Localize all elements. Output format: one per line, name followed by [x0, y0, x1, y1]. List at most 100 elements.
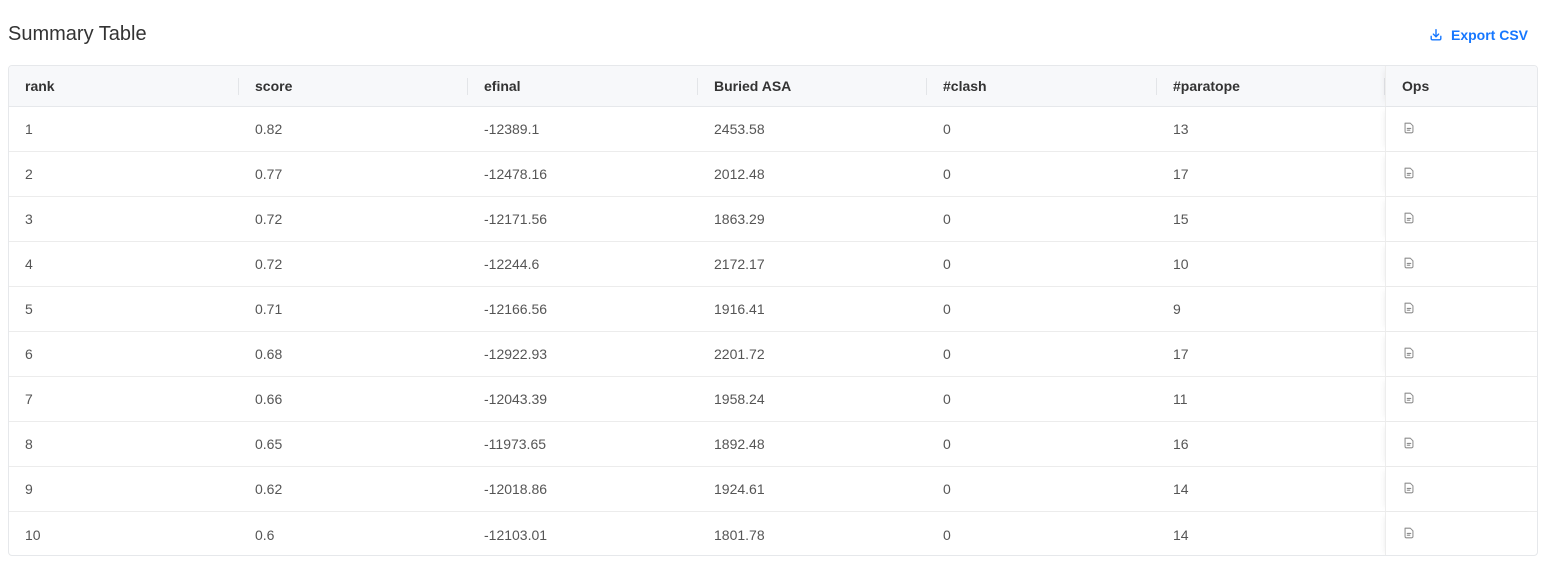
cell-efinal: -12244.6 — [484, 256, 540, 272]
cell-score: 0.72 — [255, 211, 283, 227]
cell-rank: 3 — [25, 211, 33, 227]
cell-ops — [1385, 152, 1537, 196]
export-csv-button[interactable]: Export CSV — [1429, 26, 1528, 44]
cell-clash: 0 — [943, 256, 951, 272]
cell-ops — [1385, 512, 1537, 555]
cell-rank: 2 — [25, 166, 33, 182]
cell-ops — [1385, 422, 1537, 466]
cell-score: 0.72 — [255, 256, 283, 272]
cell-buried-asa: 1924.61 — [714, 481, 765, 497]
column-header-paratope[interactable]: #paratope — [1157, 66, 1385, 106]
cell-paratope: 15 — [1173, 211, 1189, 227]
cell-clash: 0 — [943, 346, 951, 362]
cell-rank: 7 — [25, 391, 33, 407]
table-row: 10 0.6 -12103.01 1801.78 0 14 — [9, 512, 1537, 555]
document-detail-icon[interactable] — [1402, 166, 1416, 180]
cell-rank: 9 — [25, 481, 33, 497]
cell-efinal: -12018.86 — [484, 481, 548, 497]
page-title: Summary Table — [8, 23, 147, 45]
table-row: 6 0.68 -12922.93 2201.72 0 17 — [9, 332, 1537, 377]
cell-score: 0.62 — [255, 481, 283, 497]
cell-rank: 10 — [25, 526, 41, 543]
cell-buried-asa: 2012.48 — [714, 166, 765, 182]
cell-buried-asa: 2453.58 — [714, 121, 765, 137]
cell-clash: 0 — [943, 166, 951, 182]
cell-paratope: 17 — [1173, 166, 1189, 182]
column-header-efinal[interactable]: efinal — [468, 66, 698, 106]
cell-clash: 0 — [943, 436, 951, 452]
document-detail-icon[interactable] — [1402, 526, 1416, 540]
table-row: 5 0.71 -12166.56 1916.41 0 9 — [9, 287, 1537, 332]
document-detail-icon[interactable] — [1402, 301, 1416, 315]
cell-buried-asa: 1916.41 — [714, 301, 765, 317]
cell-paratope: 9 — [1173, 301, 1181, 317]
cell-paratope: 16 — [1173, 436, 1189, 452]
cell-paratope: 17 — [1173, 346, 1189, 362]
cell-clash: 0 — [943, 121, 951, 137]
document-detail-icon[interactable] — [1402, 436, 1416, 450]
cell-rank: 8 — [25, 436, 33, 452]
cell-buried-asa: 2201.72 — [714, 346, 765, 362]
cell-efinal: -12171.56 — [484, 211, 548, 227]
cell-ops — [1385, 242, 1537, 286]
cell-score: 0.68 — [255, 346, 283, 362]
cell-ops — [1385, 332, 1537, 376]
cell-efinal: -12166.56 — [484, 301, 548, 317]
summary-table: rank score efinal Buried ASA #clash #par… — [8, 65, 1538, 556]
cell-buried-asa: 2172.17 — [714, 256, 765, 272]
document-detail-icon[interactable] — [1402, 346, 1416, 360]
cell-rank: 1 — [25, 121, 33, 137]
column-header-score[interactable]: score — [239, 66, 468, 106]
column-header-ops: Ops — [1385, 66, 1537, 106]
cell-score: 0.6 — [255, 526, 275, 543]
cell-score: 0.66 — [255, 391, 283, 407]
cell-clash: 0 — [943, 301, 951, 317]
table-row: 3 0.72 -12171.56 1863.29 0 15 — [9, 197, 1537, 242]
cell-paratope: 14 — [1173, 526, 1189, 543]
cell-efinal: -12389.1 — [484, 121, 540, 137]
cell-ops — [1385, 197, 1537, 241]
cell-clash: 0 — [943, 211, 951, 227]
cell-ops — [1385, 287, 1537, 331]
document-detail-icon[interactable] — [1402, 211, 1416, 225]
download-icon — [1430, 29, 1442, 41]
cell-efinal: -12043.39 — [484, 391, 548, 407]
table-header-row: rank score efinal Buried ASA #clash #par… — [9, 66, 1537, 107]
document-detail-icon[interactable] — [1402, 121, 1416, 135]
cell-score: 0.82 — [255, 121, 283, 137]
cell-paratope: 13 — [1173, 121, 1189, 137]
table-row: 9 0.62 -12018.86 1924.61 0 14 — [9, 467, 1537, 512]
table-body: 1 0.82 -12389.1 2453.58 0 13 2 0.77 -12478.16 201… — [9, 107, 1537, 555]
column-header-clash[interactable]: #clash — [927, 66, 1157, 106]
cell-rank: 5 — [25, 301, 33, 317]
cell-clash: 0 — [943, 526, 951, 543]
cell-ops — [1385, 377, 1537, 421]
column-header-buried-asa[interactable]: Buried ASA — [698, 66, 927, 106]
cell-buried-asa: 1863.29 — [714, 211, 765, 227]
cell-efinal: -12922.93 — [484, 346, 548, 362]
cell-efinal: -12103.01 — [484, 526, 548, 543]
cell-efinal: -12478.16 — [484, 166, 548, 182]
cell-ops — [1385, 107, 1537, 151]
cell-score: 0.77 — [255, 166, 283, 182]
cell-clash: 0 — [943, 391, 951, 407]
cell-paratope: 10 — [1173, 256, 1189, 272]
cell-ops — [1385, 467, 1537, 511]
table-row: 8 0.65 -11973.65 1892.48 0 16 — [9, 422, 1537, 467]
table-row: 2 0.77 -12478.16 2012.48 0 17 — [9, 152, 1537, 197]
cell-rank: 4 — [25, 256, 33, 272]
cell-paratope: 14 — [1173, 481, 1189, 497]
table-row: 7 0.66 -12043.39 1958.24 0 11 — [9, 377, 1537, 422]
cell-score: 0.65 — [255, 436, 283, 452]
cell-score: 0.71 — [255, 301, 283, 317]
document-detail-icon[interactable] — [1402, 481, 1416, 495]
cell-clash: 0 — [943, 481, 951, 497]
document-detail-icon[interactable] — [1402, 391, 1416, 405]
cell-paratope: 11 — [1173, 391, 1188, 407]
table-row: 1 0.82 -12389.1 2453.58 0 13 — [9, 107, 1537, 152]
column-header-rank[interactable]: rank — [9, 66, 239, 106]
export-csv-label: Export CSV — [1450, 27, 1528, 43]
document-detail-icon[interactable] — [1402, 256, 1416, 270]
cell-buried-asa: 1892.48 — [714, 436, 765, 452]
cell-efinal: -11973.65 — [484, 436, 547, 452]
